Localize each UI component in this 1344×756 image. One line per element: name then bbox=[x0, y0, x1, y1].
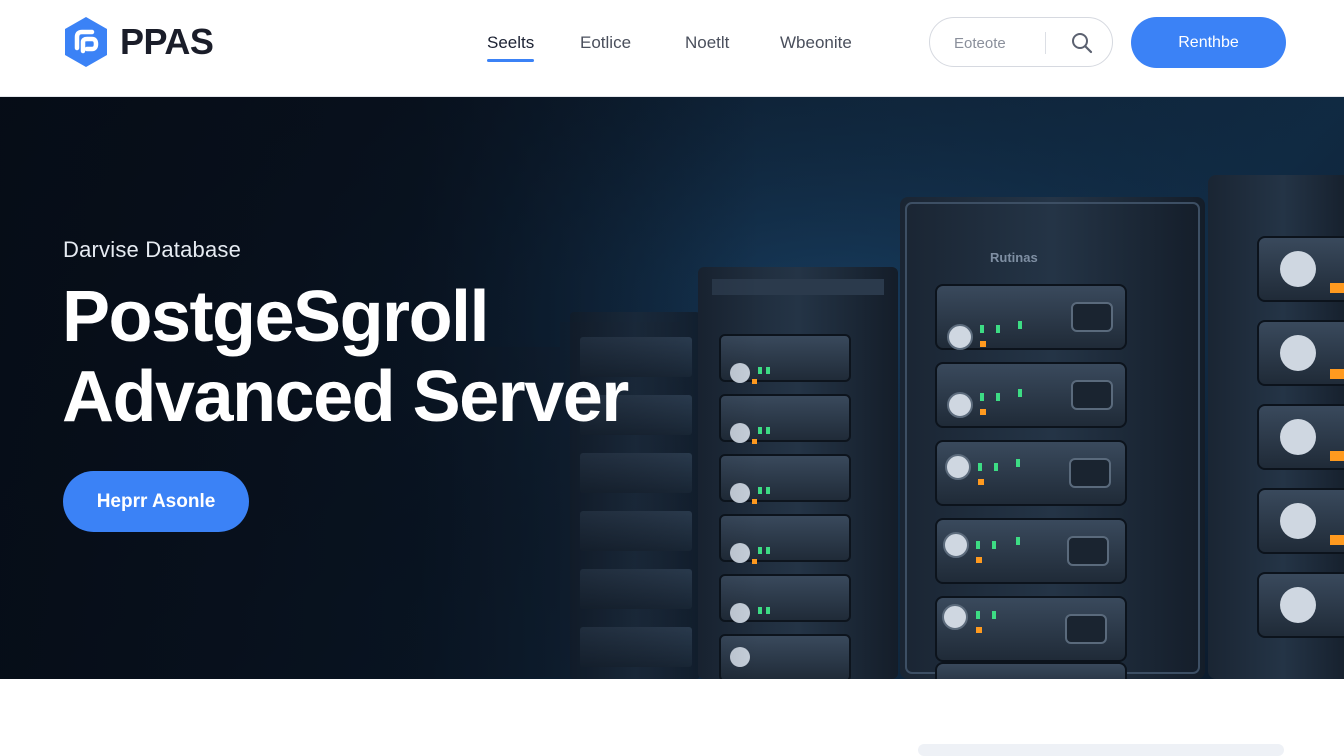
search-input[interactable] bbox=[952, 31, 1056, 55]
nav-item-wbeonite[interactable]: Wbeonite bbox=[780, 32, 852, 54]
search-box bbox=[929, 17, 1113, 67]
hero-title-line-2: Advanced Server bbox=[62, 357, 629, 437]
brand-logo[interactable]: PPAS bbox=[62, 15, 214, 69]
hexagon-logo-icon bbox=[65, 17, 107, 67]
top-header: PPAS Seelts Eotlice Noetlt Wbeonite Rent… bbox=[0, 0, 1344, 97]
rack-label: Rutinas bbox=[990, 250, 1038, 265]
hero-banner: Rutinas Darvise Database PostgeSgroll Ad… bbox=[0, 97, 1344, 679]
hero-title-line-1: PostgeSgroll bbox=[62, 277, 490, 357]
hero-eyebrow: Darvise Database bbox=[63, 237, 242, 262]
bottom-section-hint bbox=[918, 744, 1284, 756]
search-icon[interactable] bbox=[1070, 31, 1094, 55]
hero-title: PostgeSgroll Advanced Server bbox=[62, 277, 629, 437]
brand-name: PPAS bbox=[120, 21, 214, 62]
search-divider bbox=[1045, 32, 1046, 54]
nav-item-seelts[interactable]: Seelts bbox=[487, 32, 535, 62]
nav-item-noetlt[interactable]: Noetlt bbox=[685, 32, 729, 54]
header-cta-button[interactable]: Renthbe bbox=[1131, 17, 1286, 68]
nav-item-eotlice[interactable]: Eotlice bbox=[580, 32, 631, 54]
hero-cta-button[interactable]: Heprr Asonle bbox=[63, 471, 249, 532]
